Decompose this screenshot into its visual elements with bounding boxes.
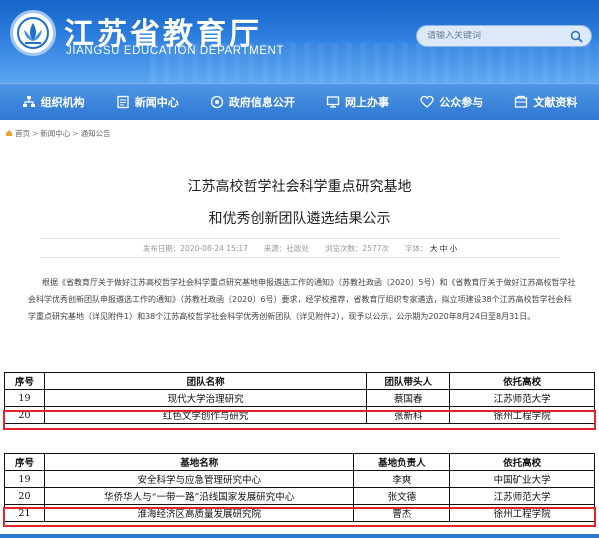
table-cell: 张文德 — [353, 487, 451, 505]
monitor-icon — [326, 95, 340, 109]
news-icon — [116, 95, 130, 109]
nav-label: 文献资料 — [533, 96, 578, 109]
breadcrumb-separator: > — [32, 128, 39, 138]
table-header-row: 序号 基地名称 基地负责人 依托高校 — [4, 453, 595, 471]
table-row: 21 淮海经济区高质量发展研究院 曹杰 徐州工程学院 — [4, 504, 595, 522]
lotus-logo-icon[interactable] — [10, 10, 56, 56]
nav-item-public[interactable]: 公众参与 — [420, 94, 483, 110]
table-cell: 安全科学与应急管理研究中心 — [43, 470, 355, 488]
search-input[interactable] — [427, 31, 567, 41]
font-size-small-button[interactable]: 小 — [450, 244, 458, 253]
table-row: 19 现代大学治理研究 蔡国春 江苏师范大学 — [4, 389, 595, 407]
docs-icon — [514, 95, 528, 109]
table-cell: 19 — [4, 389, 45, 407]
main-nav: 组织机构 新闻中心 政府信息公开 网上办事 公众参与 文献资料 — [0, 83, 599, 120]
teams-table: 序号 团队名称 团队带头人 依托高校 19 现代大学治理研究 蔡国春 江苏师范大… — [4, 372, 595, 424]
breadcrumb-news[interactable]: 新闻中心 — [40, 128, 70, 139]
table-row: 20 红色文学创作与研究 张新科 徐州工程学院 — [4, 406, 595, 424]
table-cell: 徐州工程学院 — [449, 504, 595, 522]
table-cell: 张新科 — [366, 406, 451, 424]
table-cell: 江苏师范大学 — [449, 487, 595, 505]
table-cell: 曹杰 — [353, 504, 451, 522]
org-icon — [22, 95, 36, 109]
column-header: 团队带头人 — [366, 372, 451, 390]
heart-icon — [420, 95, 434, 109]
table-row: 20 华侨华人与“一带一路”沿线国家发展研究中心 张文德 江苏师范大学 — [4, 487, 595, 505]
table-cell: 淮海经济区高质量发展研究院 — [43, 504, 355, 522]
table-header-row: 序号 团队名称 团队带头人 依托高校 — [4, 372, 595, 390]
table-cell: 江苏师范大学 — [449, 389, 595, 407]
column-header: 基地名称 — [43, 453, 355, 471]
table-cell: 20 — [4, 487, 45, 505]
home-icon — [6, 130, 12, 136]
bottom-rule — [0, 534, 599, 538]
font-size-switcher: 字体： 大 中 小 — [405, 243, 457, 254]
nav-label: 政府信息公开 — [228, 96, 295, 109]
table-cell: 19 — [4, 470, 45, 488]
publish-date: 发布日期：2020-08-24 15:17 — [142, 243, 248, 253]
column-header: 团队名称 — [43, 372, 368, 390]
breadcrumb: 首页 > 新闻中心 > 通知公告 — [5, 127, 111, 139]
article-meta: 发布日期：2020-08-24 15:17 来源：社政处 浏览次数：2577次 … — [40, 238, 560, 258]
column-header: 序号 — [4, 372, 45, 390]
nav-item-online-service[interactable]: 网上办事 — [326, 94, 389, 110]
view-count: 浏览次数：2577次 — [324, 243, 389, 253]
nav-item-org[interactable]: 组织机构 — [22, 94, 85, 110]
breadcrumb-notice[interactable]: 通知公告 — [81, 128, 111, 139]
font-size-medium-button[interactable]: 中 — [440, 244, 448, 253]
nav-label: 组织机构 — [40, 96, 85, 109]
article-title-line2: 和优秀创新团队遴选结果公示 — [208, 211, 391, 227]
table-cell: 李爽 — [353, 470, 451, 488]
nav-label: 网上办事 — [345, 96, 390, 109]
nav-item-docs[interactable]: 文献资料 — [514, 94, 577, 110]
table-cell: 21 — [4, 504, 45, 522]
column-header: 基地负责人 — [353, 453, 451, 471]
site-header: 江苏省教育厅 JIANGSU EDUCATION DEPARTMENT — [0, 0, 599, 83]
table-cell: 徐州工程学院 — [449, 406, 595, 424]
column-header: 序号 — [4, 453, 45, 471]
bases-table: 序号 基地名称 基地负责人 依托高校 19 安全科学与应急管理研究中心 李爽 中… — [4, 453, 595, 522]
breadcrumb-separator: > — [72, 128, 79, 138]
table-cell: 蔡国春 — [366, 389, 451, 407]
table-cell: 华侨华人与“一带一路”沿线国家发展研究中心 — [43, 487, 355, 505]
font-size-large-button[interactable]: 大 — [430, 244, 438, 253]
breadcrumb-home[interactable]: 首页 — [15, 128, 30, 139]
site-subtitle: JIANGSU EDUCATION DEPARTMENT — [66, 45, 285, 57]
info-icon — [210, 95, 224, 109]
search-icon[interactable] — [570, 30, 583, 43]
article-paragraph: 根据《省教育厅关于做好江苏高校哲学社会科学重点研究基地申报遴选工作的通知》（苏教… — [28, 278, 576, 321]
article-title-line1: 江苏高校哲学社会科学重点研究基地 — [187, 179, 412, 195]
column-header: 依托高校 — [449, 453, 595, 471]
table-cell: 中国矿业大学 — [449, 470, 595, 488]
article-body: 根据《省教育厅关于做好江苏高校哲学社会科学重点研究基地申报遴选工作的通知》（苏教… — [28, 274, 576, 325]
font-size-label: 字体： — [405, 243, 428, 253]
article-source: 来源：社政处 — [263, 243, 309, 253]
table-cell: 现代大学治理研究 — [43, 389, 368, 407]
column-header: 依托高校 — [449, 372, 595, 390]
nav-label: 新闻中心 — [134, 96, 179, 109]
table-row: 19 安全科学与应急管理研究中心 李爽 中国矿业大学 — [4, 470, 595, 488]
table-cell: 红色文学创作与研究 — [43, 406, 368, 424]
table-cell: 20 — [4, 406, 45, 424]
nav-label: 公众参与 — [439, 96, 484, 109]
search-box — [416, 25, 592, 47]
nav-item-news[interactable]: 新闻中心 — [116, 94, 179, 110]
nav-item-info[interactable]: 政府信息公开 — [210, 94, 295, 110]
